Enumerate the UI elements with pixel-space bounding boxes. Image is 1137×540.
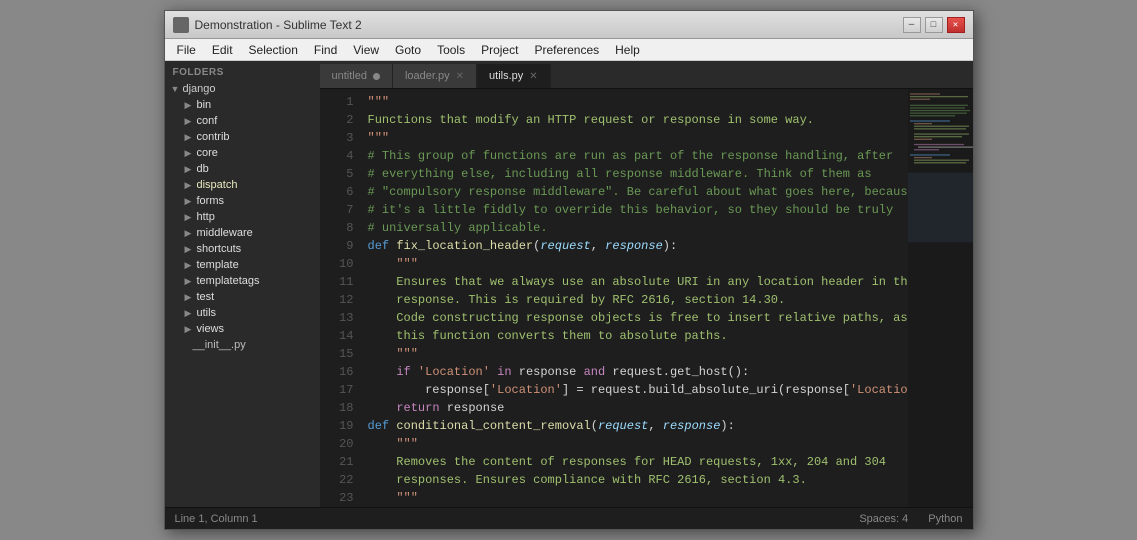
folder-label: django [183,83,216,95]
folders-header: FOLDERS [165,61,320,81]
sidebar-item-template[interactable]: ▶template [165,257,320,273]
tab-bar: untitled loader.py ✕ utils.py ✕ [320,61,973,89]
menu-help[interactable]: Help [607,41,648,59]
arrow-icon: ▶ [185,308,197,319]
arrow-icon: ▶ [185,260,197,271]
sidebar-item-middleware[interactable]: ▶middleware [165,225,320,241]
language-indicator: Python [928,513,962,525]
arrow-icon: ▶ [185,292,197,303]
menu-preferences[interactable]: Preferences [526,41,607,59]
arrow-icon: ▶ [185,100,197,111]
menu-edit[interactable]: Edit [204,41,241,59]
menu-file[interactable]: File [169,41,204,59]
tab-close-icon[interactable]: ✕ [529,71,537,82]
window-title: Demonstration - Sublime Text 2 [195,18,903,32]
tab-label: untitled [332,70,367,82]
sidebar-item-dispatch[interactable]: ▶dispatch [165,177,320,193]
expand-arrow: ▼ [171,84,183,94]
sidebar-item-core[interactable]: ▶core [165,145,320,161]
status-right: Spaces: 4 Python [859,513,962,525]
menu-selection[interactable]: Selection [241,41,306,59]
sidebar-item-forms[interactable]: ▶forms [165,193,320,209]
app-icon [173,17,189,33]
arrow-icon: ▶ [185,148,197,159]
tab-close-icon[interactable]: ✕ [456,71,464,82]
tab-utils[interactable]: utils.py ✕ [477,64,551,88]
sidebar-item-db[interactable]: ▶db [165,161,320,177]
sidebar-item-utils[interactable]: ▶utils [165,305,320,321]
title-bar: Demonstration - Sublime Text 2 ─ □ ✕ [165,11,973,39]
spaces-indicator: Spaces: 4 [859,513,908,525]
arrow-icon: ▶ [185,196,197,207]
code-container: 12345 678910 1112131415 1617181920 21222… [320,89,973,507]
sidebar-item-init[interactable]: __init__.py [165,337,320,353]
menu-bar: File Edit Selection Find View Goto Tools… [165,39,973,61]
arrow-icon: ▶ [185,324,197,335]
modified-dot [373,73,380,80]
line-numbers: 12345 678910 1112131415 1617181920 21222… [320,89,360,507]
sidebar-item-shortcuts[interactable]: ▶shortcuts [165,241,320,257]
sidebar-item-test[interactable]: ▶test [165,289,320,305]
maximize-button[interactable]: □ [925,17,943,33]
arrow-icon: ▶ [185,116,197,127]
sidebar-item-templatetags[interactable]: ▶templatetags [165,273,320,289]
menu-project[interactable]: Project [473,41,526,59]
status-bar: Line 1, Column 1 Spaces: 4 Python [165,507,973,529]
arrow-icon: ▶ [185,244,197,255]
close-button[interactable]: ✕ [947,17,965,33]
minimize-button[interactable]: ─ [903,17,921,33]
menu-find[interactable]: Find [306,41,345,59]
sidebar-item-http[interactable]: ▶http [165,209,320,225]
arrow-icon: ▶ [185,228,197,239]
tab-untitled[interactable]: untitled [320,64,393,88]
minimap [908,89,973,507]
arrow-icon: ▶ [185,276,197,287]
cursor-position: Line 1, Column 1 [175,513,258,525]
sidebar-item-contrib[interactable]: ▶contrib [165,129,320,145]
window-controls: ─ □ ✕ [903,17,965,33]
tab-label: utils.py [489,70,523,82]
main-area: FOLDERS ▼ django ▶bin ▶conf ▶contrib ▶co… [165,61,973,507]
sidebar-item-views[interactable]: ▶views [165,321,320,337]
arrow-icon: ▶ [185,180,197,191]
code-editor[interactable]: """ Functions that modify an HTTP reques… [360,89,908,507]
arrow-icon: ▶ [185,164,197,175]
sidebar-item-conf[interactable]: ▶conf [165,113,320,129]
sidebar-item-django[interactable]: ▼ django [165,81,320,97]
menu-goto[interactable]: Goto [387,41,429,59]
minimap-svg [908,89,973,507]
sidebar: FOLDERS ▼ django ▶bin ▶conf ▶contrib ▶co… [165,61,320,507]
tab-label: loader.py [405,70,450,82]
menu-view[interactable]: View [345,41,387,59]
editor-area: untitled loader.py ✕ utils.py ✕ 12345 67… [320,61,973,507]
arrow-icon: ▶ [185,132,197,143]
main-window: Demonstration - Sublime Text 2 ─ □ ✕ Fil… [164,10,974,530]
menu-tools[interactable]: Tools [429,41,473,59]
arrow-icon: ▶ [185,212,197,223]
tab-loader[interactable]: loader.py ✕ [393,64,477,88]
sidebar-item-bin[interactable]: ▶bin [165,97,320,113]
